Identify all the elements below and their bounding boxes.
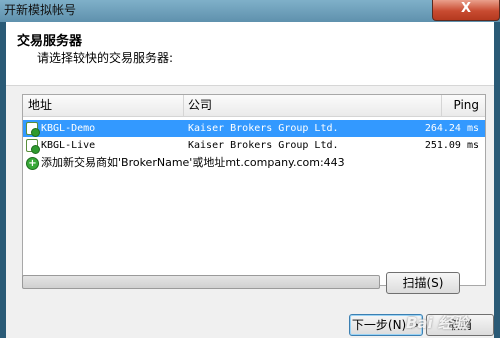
header-subtitle: 请选择较快的交易服务器: — [37, 51, 174, 65]
column-ping[interactable]: Ping — [441, 95, 485, 116]
server-name: KBGL-Live — [41, 140, 96, 151]
title-bar: 开新模拟帐号 X — [0, 0, 500, 22]
column-address[interactable]: 地址 — [28, 95, 183, 116]
server-ping: 251.09 ms — [424, 140, 479, 151]
server-list[interactable]: 地址 公司 Ping KBGL-Demo Kaiser Brokers Grou… — [22, 94, 486, 286]
server-name: KBGL-Demo — [41, 123, 96, 134]
close-button[interactable]: X — [432, 0, 500, 21]
dialog-header: 交易服务器 请选择较快的交易服务器: — [6, 22, 494, 86]
server-row-kbgl-demo[interactable]: KBGL-Demo Kaiser Brokers Group Ltd. 264.… — [23, 120, 485, 137]
server-row-kbgl-live[interactable]: KBGL-Live Kaiser Brokers Group Ltd. 251.… — [23, 137, 485, 154]
header-title: 交易服务器 — [17, 34, 83, 49]
server-company: Kaiser Brokers Group Ltd. — [188, 123, 339, 134]
column-company[interactable]: 公司 — [183, 95, 441, 116]
close-icon: X — [460, 1, 472, 16]
list-header: 地址 公司 Ping — [23, 95, 485, 117]
add-plus-icon: + — [26, 157, 39, 170]
baidu-watermark: Bai 经验 — [406, 314, 468, 332]
add-broker-row[interactable]: + 添加新交易商如'BrokerName'或地址mt.company.com:4… — [23, 154, 485, 171]
scan-progress-bar — [22, 275, 380, 289]
server-status-icon — [26, 139, 40, 154]
scan-button[interactable]: 扫描(S) — [386, 272, 460, 294]
server-company: Kaiser Brokers Group Ltd. — [188, 140, 339, 151]
server-ping: 264.24 ms — [424, 123, 479, 134]
server-status-icon — [26, 122, 40, 137]
dialog-body: 交易服务器 请选择较快的交易服务器: 地址 公司 Ping KBGL-Demo … — [6, 22, 494, 338]
window-title: 开新模拟帐号 — [4, 3, 77, 17]
add-broker-text: 添加新交易商如'BrokerName'或地址mt.company.com:443 — [41, 156, 345, 169]
